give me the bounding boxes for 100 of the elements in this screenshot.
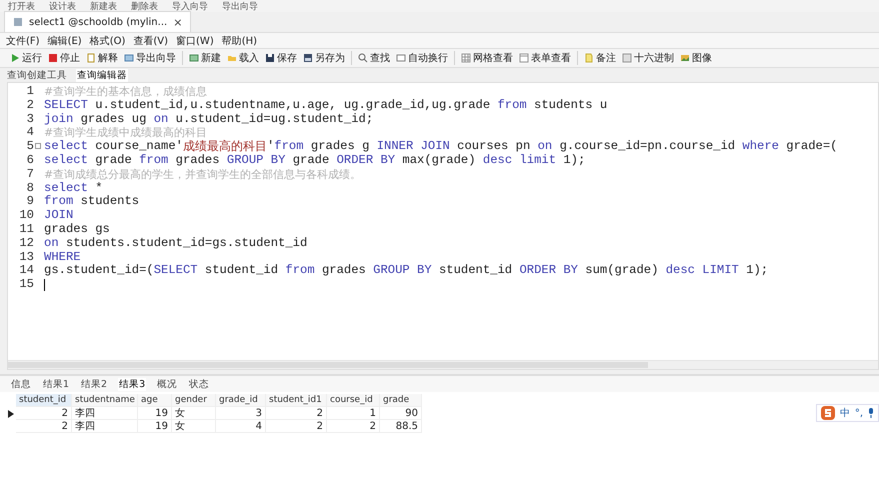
toolbar-button[interactable]: 自动换行 bbox=[396, 51, 448, 65]
current-row-icon bbox=[8, 410, 14, 418]
fold-icon[interactable] bbox=[35, 143, 41, 150]
table-cell: 19 bbox=[138, 420, 172, 433]
line-number: 8 bbox=[26, 182, 34, 196]
tab[interactable]: 结果2 bbox=[80, 378, 108, 390]
table-cell: 88.5 bbox=[380, 420, 422, 433]
tab[interactable]: 信息 bbox=[10, 378, 32, 390]
toolbar-button[interactable]: 设计表 bbox=[49, 0, 76, 12]
line-number: 4 bbox=[26, 126, 34, 140]
table-icon bbox=[189, 53, 199, 63]
column-header[interactable]: grade bbox=[380, 394, 422, 407]
column-header[interactable]: grade_id bbox=[216, 394, 266, 407]
line-number: 6 bbox=[26, 154, 34, 168]
code-editor[interactable] bbox=[7, 82, 879, 370]
toolbar-button[interactable]: 运行 bbox=[10, 51, 42, 65]
code-line: select course_name'成绩最高的科目'from grades g INNER JOIN courses pn on g.course_id=pn.course_id where grade=( bbox=[43, 140, 838, 154]
table-cell: 2 bbox=[327, 420, 380, 433]
toolbar-button[interactable]: 导出向导 bbox=[222, 0, 258, 12]
note-icon bbox=[584, 53, 594, 63]
column-header[interactable]: studentname bbox=[72, 394, 138, 407]
close-button[interactable]: × bbox=[173, 16, 182, 28]
menu-item[interactable]: 编辑(E) bbox=[48, 34, 82, 48]
table-cell: 1 bbox=[327, 407, 380, 420]
line-number: 15 bbox=[18, 278, 34, 292]
code-line: JOIN bbox=[43, 209, 74, 223]
tab[interactable]: 结果3 bbox=[118, 378, 146, 390]
line-number: 9 bbox=[26, 195, 34, 210]
code-line: gs.student_id=(SELECT student_id from grades GROUP BY student_id ORDER BY sum(grade) desc LIMIT 1); bbox=[43, 264, 768, 278]
toolbar-button[interactable]: 载入 bbox=[227, 51, 259, 65]
stop-icon bbox=[48, 53, 58, 63]
image-icon bbox=[680, 53, 690, 63]
line-number: 3 bbox=[26, 112, 34, 126]
toolbar-button[interactable]: 查找 bbox=[358, 51, 390, 65]
toolbar-button[interactable]: 保存 bbox=[265, 51, 297, 65]
document-tab[interactable]: select1 @schooldb (mylin... × bbox=[4, 11, 192, 32]
code-line: select * bbox=[43, 182, 103, 195]
toolbar-button[interactable]: 导入向导 bbox=[172, 0, 208, 12]
line-number: 7 bbox=[26, 168, 34, 182]
tab[interactable]: 查询编辑器 bbox=[76, 68, 128, 82]
line-number: 13 bbox=[18, 250, 34, 264]
tab[interactable]: 概况 bbox=[156, 378, 178, 390]
table-cell: 19 bbox=[138, 407, 172, 420]
line-number: 1 bbox=[26, 85, 34, 99]
line-number: 14 bbox=[18, 264, 34, 278]
column-header[interactable]: age bbox=[138, 394, 172, 407]
tab[interactable]: 查询创建工具 bbox=[6, 68, 68, 82]
search-icon bbox=[358, 53, 368, 63]
microphone-icon[interactable] bbox=[868, 408, 874, 418]
ime-mode[interactable]: 中 bbox=[840, 406, 850, 420]
table-cell: 2 bbox=[266, 407, 327, 420]
code-line: #查询成绩总分最高的学生，并查询学生的全部信息与各科成绩。 bbox=[43, 168, 362, 182]
tab[interactable]: 结果1 bbox=[42, 378, 70, 390]
folder-icon bbox=[227, 53, 237, 63]
toolbar-button[interactable]: 另存为 bbox=[303, 51, 345, 65]
table-cell: 女 bbox=[172, 420, 216, 433]
code-line: #查询学生成绩中成绩最高的科目 bbox=[43, 126, 208, 140]
ime-toolbar[interactable]: 中 °, bbox=[816, 404, 879, 422]
toolbar-button[interactable]: 表单查看 bbox=[519, 51, 571, 65]
table-icon bbox=[124, 53, 134, 63]
toolbar-button[interactable]: 备注 bbox=[584, 51, 616, 65]
toolbar-button[interactable]: 打开表 bbox=[8, 0, 35, 12]
table-cell: 2 bbox=[266, 420, 327, 433]
toolbar-button[interactable]: 图像 bbox=[680, 51, 712, 65]
menu-item[interactable]: 窗口(W) bbox=[176, 34, 214, 48]
grid-icon bbox=[461, 53, 471, 63]
ime-punctuation[interactable]: °, bbox=[854, 408, 863, 418]
line-number: 10 bbox=[18, 209, 34, 223]
toolbar-button[interactable]: 新建 bbox=[189, 51, 221, 65]
table-cell: 女 bbox=[172, 407, 216, 420]
toolbar-button[interactable]: 解释 bbox=[86, 51, 118, 65]
code-line: select grade from grades GROUP BY grade ORDER BY max(grade) desc limit 1); bbox=[43, 154, 586, 168]
code-line: grades gs bbox=[43, 222, 110, 237]
s-logo-icon bbox=[820, 406, 835, 420]
line-number: 2 bbox=[26, 98, 34, 113]
toolbar-button[interactable]: 删除表 bbox=[131, 0, 158, 12]
menu-item[interactable]: 格式(O) bbox=[90, 34, 126, 48]
column-header[interactable]: course_id bbox=[327, 394, 380, 407]
tab[interactable]: 状态 bbox=[188, 378, 210, 390]
menu-item[interactable]: 查看(V) bbox=[133, 34, 168, 48]
toolbar-button[interactable]: 十六进制 bbox=[622, 51, 674, 65]
menu-item[interactable]: 文件(F) bbox=[6, 34, 40, 48]
code-line: #查询学生的基本信息，成绩信息 bbox=[43, 85, 208, 99]
column-header[interactable]: student_id bbox=[16, 394, 72, 407]
table-cell: 2 bbox=[16, 420, 72, 433]
column-header[interactable]: gender bbox=[172, 394, 216, 407]
toolbar-button[interactable]: 网格查看 bbox=[461, 51, 513, 65]
column-header[interactable]: student_id1 bbox=[266, 394, 327, 407]
table-cell: 李四 bbox=[72, 420, 138, 433]
code-line: join grades ug on u.student_id=ug.student_id; bbox=[43, 112, 374, 126]
toolbar-button[interactable]: 停止 bbox=[48, 51, 80, 65]
menu-item[interactable]: 帮助(H) bbox=[222, 34, 258, 48]
form-icon bbox=[519, 53, 529, 63]
document-icon bbox=[86, 53, 96, 63]
line-number: 5 bbox=[26, 140, 34, 154]
code-line: on students.student_id=gs.student_id bbox=[43, 236, 308, 251]
code-line: WHERE bbox=[43, 250, 81, 264]
toolbar-button[interactable]: 导出向导 bbox=[124, 51, 176, 65]
toolbar-button[interactable]: 新建表 bbox=[90, 0, 117, 12]
table-cell: 2 bbox=[16, 407, 72, 420]
